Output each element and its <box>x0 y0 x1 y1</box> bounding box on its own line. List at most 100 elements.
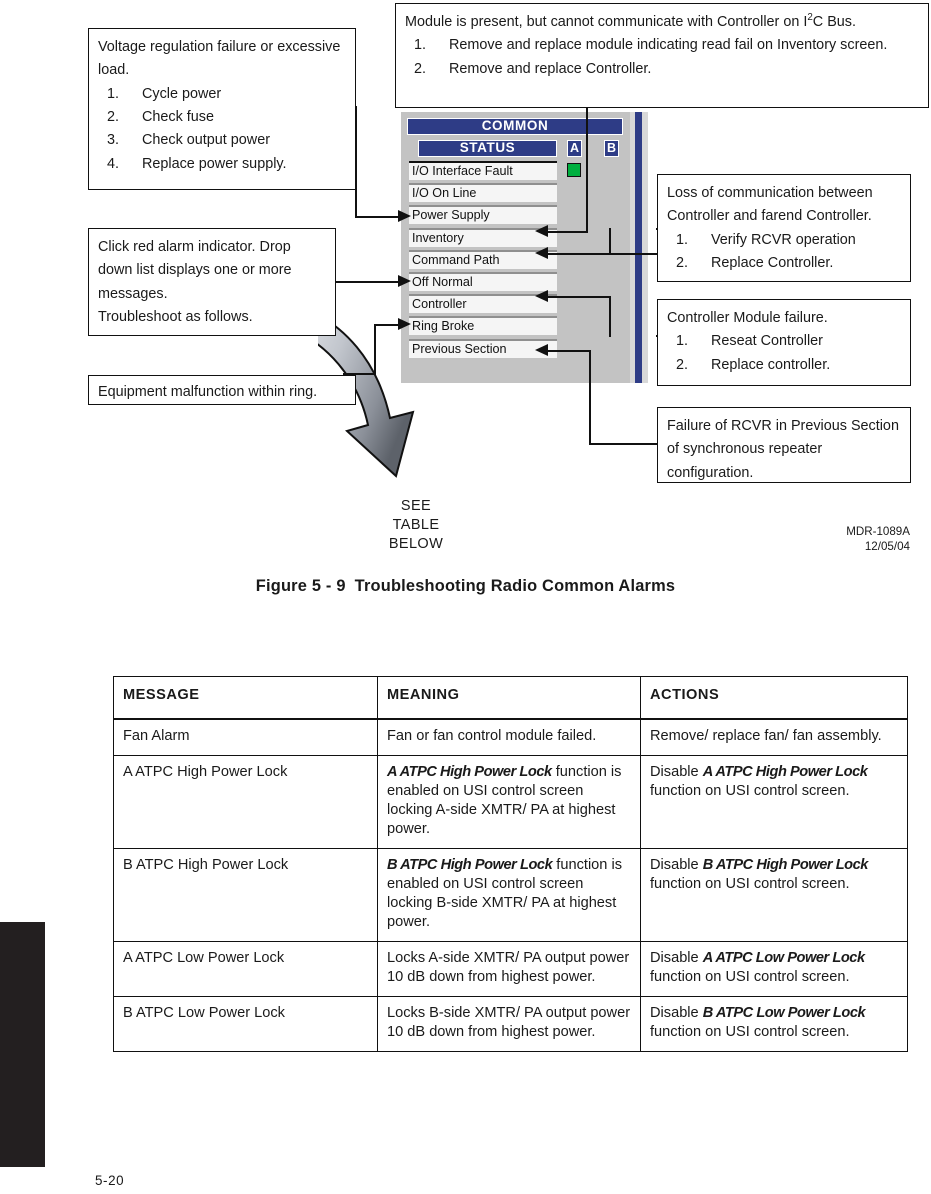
cell-meaning: Locks A-side XMTR/ PA output power 10 dB… <box>377 940 641 997</box>
connector-line <box>544 350 591 353</box>
panel-right-edge <box>642 112 648 383</box>
emphasised-term: A ATPC High Power Lock <box>387 763 552 780</box>
connector-line <box>544 231 588 234</box>
alarm-message-table: MESSAGE MEANING ACTIONS Fan Alarm Fan or … <box>113 675 908 1052</box>
callout-previous-section: Failure of RCVR in Previous Section of s… <box>657 407 911 483</box>
callout-step: Remove and replace module indicating rea… <box>414 34 888 58</box>
column-header-meaning: MEANING <box>377 675 641 720</box>
connector-line <box>609 253 658 256</box>
connector-arrow-previous-section <box>535 344 548 356</box>
table-header-row: MESSAGE MEANING ACTIONS <box>113 675 908 720</box>
callout-step: Replace power supply. <box>107 153 287 177</box>
connector-arrow-ring-broke <box>398 318 411 330</box>
drawing-number: MDR-1089A <box>846 525 910 538</box>
callout-intro: Loss of communication between Controller… <box>667 185 873 225</box>
cell-message: B ATPC High Power Lock <box>113 847 378 942</box>
connector-line <box>609 296 612 337</box>
callout-text: Equipment malfunction within ring. <box>98 384 318 400</box>
callout-step: Verify RCVR operation <box>676 229 856 253</box>
emphasised-term: A ATPC Low Power Lock <box>702 949 865 966</box>
table-row: A ATPC High Power Lock A ATPC High Power … <box>113 754 908 849</box>
callout-steps: Verify RCVR operation Replace Controller… <box>667 229 901 276</box>
status-row[interactable]: I/O On Line <box>409 183 557 203</box>
drawing-number-block: MDR-1089A 12/05/04 <box>760 525 910 555</box>
table-row: B ATPC Low Power Lock Locks B-side XMTR/ … <box>113 995 908 1052</box>
callout-intro-a: Module is present, but cannot communicat… <box>405 14 808 30</box>
connector-arrow-command-path <box>535 247 548 259</box>
callout-command-path: Loss of communication between Controller… <box>657 174 911 282</box>
column-header-message: MESSAGE <box>113 675 378 720</box>
connector-arrow-off-normal <box>398 275 411 287</box>
callout-intro-b: C Bus. <box>812 14 856 30</box>
panel-scrollbar-stripe[interactable] <box>635 112 642 383</box>
figure-label: Figure 5 - 9 <box>255 577 346 595</box>
column-header-a: A <box>567 140 582 157</box>
common-title-bar: COMMON <box>407 118 623 135</box>
cell-message: Fan Alarm <box>113 718 378 756</box>
cell-message: A ATPC Low Power Lock <box>113 940 378 997</box>
callout-step: Check fuse <box>107 106 214 130</box>
callout-inventory: Module is present, but cannot communicat… <box>395 3 929 108</box>
cell-actions: Disable A ATPC High Power Lock function … <box>640 754 908 849</box>
connector-line <box>589 443 657 446</box>
connector-line <box>544 253 610 256</box>
callout-step: Check output power <box>107 129 270 153</box>
callout-step: Cycle power <box>107 83 222 107</box>
connector-line <box>586 106 589 233</box>
emphasised-term: B ATPC High Power Lock <box>387 856 553 873</box>
cell-message: A ATPC High Power Lock <box>113 754 378 849</box>
cell-message: B ATPC Low Power Lock <box>113 995 378 1052</box>
callout-ring-broke: Equipment malfunction within ring. <box>88 375 356 405</box>
see-table-line: BELOW <box>388 535 444 552</box>
callout-step: Replace Controller. <box>676 252 834 276</box>
status-row[interactable]: Off Normal <box>409 271 557 291</box>
emphasised-term: A ATPC High Power Lock <box>702 763 868 780</box>
callout-power-supply: Voltage regulation failure or excessive … <box>88 28 356 190</box>
emphasised-term: B ATPC High Power Lock <box>702 856 869 873</box>
status-column-header: STATUS <box>418 140 557 157</box>
cell-actions: Disable B ATPC Low Power Lock function o… <box>640 995 908 1052</box>
connector-arrow-inventory <box>535 225 548 237</box>
callout-line-2: Troubleshoot as follows. <box>98 308 253 325</box>
connector-arrow-controller <box>535 290 548 302</box>
cell-meaning: A ATPC High Power Lock function is enabl… <box>377 754 641 849</box>
connector-arrow-power-supply <box>398 210 411 222</box>
callout-alarm-indicator: Click red alarm indicator. Drop down lis… <box>88 228 336 336</box>
cell-meaning: Locks B-side XMTR/ PA output power 10 dB… <box>377 995 641 1052</box>
section-thumb-tab <box>0 922 45 1167</box>
callout-step: Reseat Controller <box>676 330 823 354</box>
table-body: Fan Alarm Fan or fan control module faile… <box>113 718 908 1052</box>
figure-caption: Figure 5 - 9 Troubleshooting Radio Common… <box>0 577 931 596</box>
cell-actions: Disable A ATPC Low Power Lock function o… <box>640 940 908 997</box>
callout-intro: Voltage regulation failure or excessive … <box>98 39 341 79</box>
connector-line <box>336 281 407 284</box>
callout-step: Remove and replace Controller. <box>414 58 652 82</box>
callout-intro: Controller Module failure. <box>667 310 828 326</box>
cell-actions: Disable B ATPC High Power Lock function … <box>640 847 908 942</box>
emphasised-term: B ATPC Low Power Lock <box>702 1004 866 1021</box>
io-interface-fault-led-a[interactable] <box>567 163 581 177</box>
callout-intro: Module is present, but cannot communicat… <box>405 11 919 34</box>
connector-line <box>609 228 612 255</box>
figure-title: Troubleshooting Radio Common Alarms <box>354 577 676 595</box>
callout-text: Failure of RCVR in Previous Section of s… <box>667 418 899 481</box>
table-row: A ATPC Low Power Lock Locks A-side XMTR/ … <box>113 940 908 997</box>
see-table-line: TABLE <box>392 516 440 533</box>
cell-meaning: B ATPC High Power Lock function is enabl… <box>377 847 641 942</box>
status-row[interactable]: I/O Interface Fault <box>409 161 557 180</box>
callout-step: Replace controller. <box>676 354 831 378</box>
drawing-date: 12/05/04 <box>864 539 910 553</box>
status-row[interactable]: Power Supply <box>409 205 557 225</box>
callout-steps: Remove and replace module indicating rea… <box>405 34 919 81</box>
callout-controller: Controller Module failure. Reseat Contro… <box>657 299 911 386</box>
table-row: Fan Alarm Fan or fan control module faile… <box>113 718 908 756</box>
callout-line-1: Click red alarm indicator. Drop down lis… <box>98 239 292 302</box>
connector-line <box>374 324 377 375</box>
page-number: 5-20 <box>95 1173 125 1188</box>
callout-steps: Cycle power Check fuse Check output powe… <box>98 83 346 177</box>
callout-steps: Reseat Controller Replace controller. <box>667 330 901 377</box>
see-table-below-label: SEE TABLE BELOW <box>356 497 476 554</box>
column-header-actions: ACTIONS <box>640 675 908 720</box>
connector-line <box>589 350 592 445</box>
see-table-line: SEE <box>400 498 432 514</box>
